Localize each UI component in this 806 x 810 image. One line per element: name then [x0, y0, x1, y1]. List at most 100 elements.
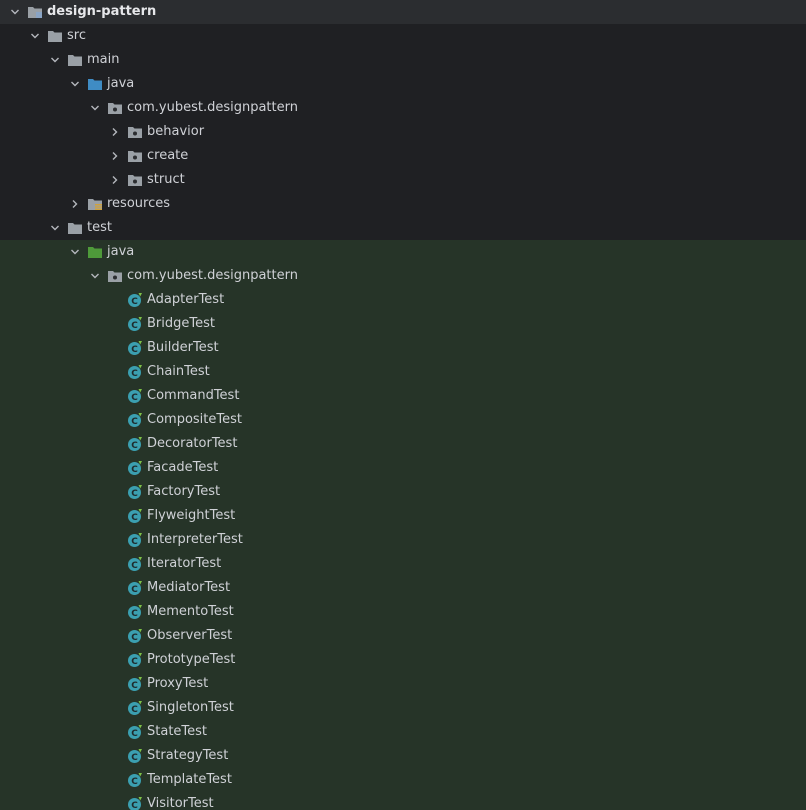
tree-node-decoratortest[interactable]: C DecoratorTest — [0, 432, 806, 456]
svg-text:C: C — [131, 345, 138, 355]
tree-node-label: AdapterTest — [147, 292, 225, 307]
tree-node-design-pattern[interactable]: design-pattern — [0, 0, 806, 24]
test-class-icon: C — [127, 700, 143, 716]
tree-node-buildertest[interactable]: C BuilderTest — [0, 336, 806, 360]
test-class-icon: C — [127, 412, 143, 428]
tree-node-label: behavior — [147, 124, 205, 139]
tree-node-interpretertest[interactable]: C InterpreterTest — [0, 528, 806, 552]
test-class-icon: C — [127, 436, 143, 452]
chevron-down-icon[interactable] — [49, 48, 61, 72]
tree-node-mementotest[interactable]: C MementoTest — [0, 600, 806, 624]
chevron-right-icon[interactable] — [109, 120, 121, 144]
tree-node-label: src — [67, 28, 86, 43]
tree-node-mediatortest[interactable]: C MediatorTest — [0, 576, 806, 600]
tree-node-struct[interactable]: struct — [0, 168, 806, 192]
chevron-right-icon[interactable] — [109, 168, 121, 192]
tree-node-main[interactable]: main — [0, 48, 806, 72]
tree-node-label: StateTest — [147, 724, 208, 739]
tree-node-adaptertest[interactable]: C AdapterTest — [0, 288, 806, 312]
tree-node-label: InterpreterTest — [147, 532, 243, 547]
tree-node-label: ChainTest — [147, 364, 210, 379]
chevron-down-icon[interactable] — [49, 216, 61, 240]
chevron-right-icon[interactable] — [109, 144, 121, 168]
tree-node-facadetest[interactable]: C FacadeTest — [0, 456, 806, 480]
tree-node-bridgetest[interactable]: C BridgeTest — [0, 312, 806, 336]
svg-text:C: C — [131, 321, 138, 331]
tree-node-java[interactable]: java — [0, 72, 806, 96]
folder-icon — [47, 28, 63, 44]
folder-icon — [67, 52, 83, 68]
tree-node-chaintest[interactable]: C ChainTest — [0, 360, 806, 384]
tree-node-label: main — [87, 52, 120, 67]
tree-node-flyweighttest[interactable]: C FlyweightTest — [0, 504, 806, 528]
tree-node-label: BuilderTest — [147, 340, 219, 355]
tree-node-label: FacadeTest — [147, 460, 219, 475]
tree-node-com-yubest-designpattern[interactable]: com.yubest.designpattern — [0, 96, 806, 120]
chevron-down-icon[interactable] — [69, 72, 81, 96]
tree-node-label: test — [87, 220, 112, 235]
svg-text:C: C — [131, 609, 138, 619]
chevron-down-icon[interactable] — [9, 0, 21, 24]
svg-text:C: C — [131, 393, 138, 403]
project-tree: design-pattern src main java com.yubest.desi… — [0, 0, 806, 810]
tree-node-com-yubest-designpattern[interactable]: com.yubest.designpattern — [0, 264, 806, 288]
tree-node-label: MediatorTest — [147, 580, 231, 595]
tree-node-visitortest[interactable]: C VisitorTest — [0, 792, 806, 810]
tree-node-proxytest[interactable]: C ProxyTest — [0, 672, 806, 696]
svg-text:C: C — [131, 729, 138, 739]
svg-text:C: C — [131, 633, 138, 643]
package-icon — [127, 148, 143, 164]
tree-node-label: struct — [147, 172, 185, 187]
test-class-icon: C — [127, 388, 143, 404]
tree-node-label: java — [107, 244, 135, 259]
tree-node-label: resources — [107, 196, 171, 211]
tree-node-prototypetest[interactable]: C PrototypeTest — [0, 648, 806, 672]
source-root-icon — [87, 76, 103, 92]
tree-node-label: TemplateTest — [147, 772, 232, 787]
chevron-down-icon[interactable] — [29, 24, 41, 48]
tree-node-resources[interactable]: resources — [0, 192, 806, 216]
tree-node-label: com.yubest.designpattern — [127, 100, 298, 115]
test-class-icon: C — [127, 748, 143, 764]
tree-node-templatetest[interactable]: C TemplateTest — [0, 768, 806, 792]
test-class-icon: C — [127, 364, 143, 380]
tree-node-create[interactable]: create — [0, 144, 806, 168]
tree-node-compositetest[interactable]: C CompositeTest — [0, 408, 806, 432]
chevron-down-icon[interactable] — [89, 264, 101, 288]
chevron-right-icon[interactable] — [69, 192, 81, 216]
svg-text:C: C — [131, 537, 138, 547]
tree-node-label: PrototypeTest — [147, 652, 236, 667]
tree-node-label: ProxyTest — [147, 676, 209, 691]
tree-node-test[interactable]: test — [0, 216, 806, 240]
chevron-down-icon[interactable] — [89, 96, 101, 120]
test-class-icon: C — [127, 484, 143, 500]
test-class-icon: C — [127, 652, 143, 668]
tree-node-label: CommandTest — [147, 388, 240, 403]
svg-text:C: C — [131, 417, 138, 427]
svg-text:C: C — [131, 681, 138, 691]
svg-text:C: C — [131, 801, 138, 810]
svg-text:C: C — [131, 753, 138, 763]
tree-node-factorytest[interactable]: C FactoryTest — [0, 480, 806, 504]
svg-text:C: C — [131, 585, 138, 595]
tree-node-label: DecoratorTest — [147, 436, 238, 451]
tree-node-iteratortest[interactable]: C IteratorTest — [0, 552, 806, 576]
package-icon — [127, 124, 143, 140]
tree-node-behavior[interactable]: behavior — [0, 120, 806, 144]
tree-node-label: ObserverTest — [147, 628, 233, 643]
tree-node-commandtest[interactable]: C CommandTest — [0, 384, 806, 408]
tree-node-strategytest[interactable]: C StrategyTest — [0, 744, 806, 768]
svg-text:C: C — [131, 489, 138, 499]
tree-node-label: SingletonTest — [147, 700, 234, 715]
tree-node-label: design-pattern — [47, 4, 157, 19]
tree-node-observertest[interactable]: C ObserverTest — [0, 624, 806, 648]
tree-node-label: java — [107, 76, 135, 91]
tree-node-java[interactable]: java — [0, 240, 806, 264]
test-class-icon: C — [127, 316, 143, 332]
tree-node-src[interactable]: src — [0, 24, 806, 48]
tree-node-singletontest[interactable]: C SingletonTest — [0, 696, 806, 720]
tree-node-statetest[interactable]: C StateTest — [0, 720, 806, 744]
test-class-icon: C — [127, 796, 143, 810]
chevron-down-icon[interactable] — [69, 240, 81, 264]
test-class-icon: C — [127, 772, 143, 788]
